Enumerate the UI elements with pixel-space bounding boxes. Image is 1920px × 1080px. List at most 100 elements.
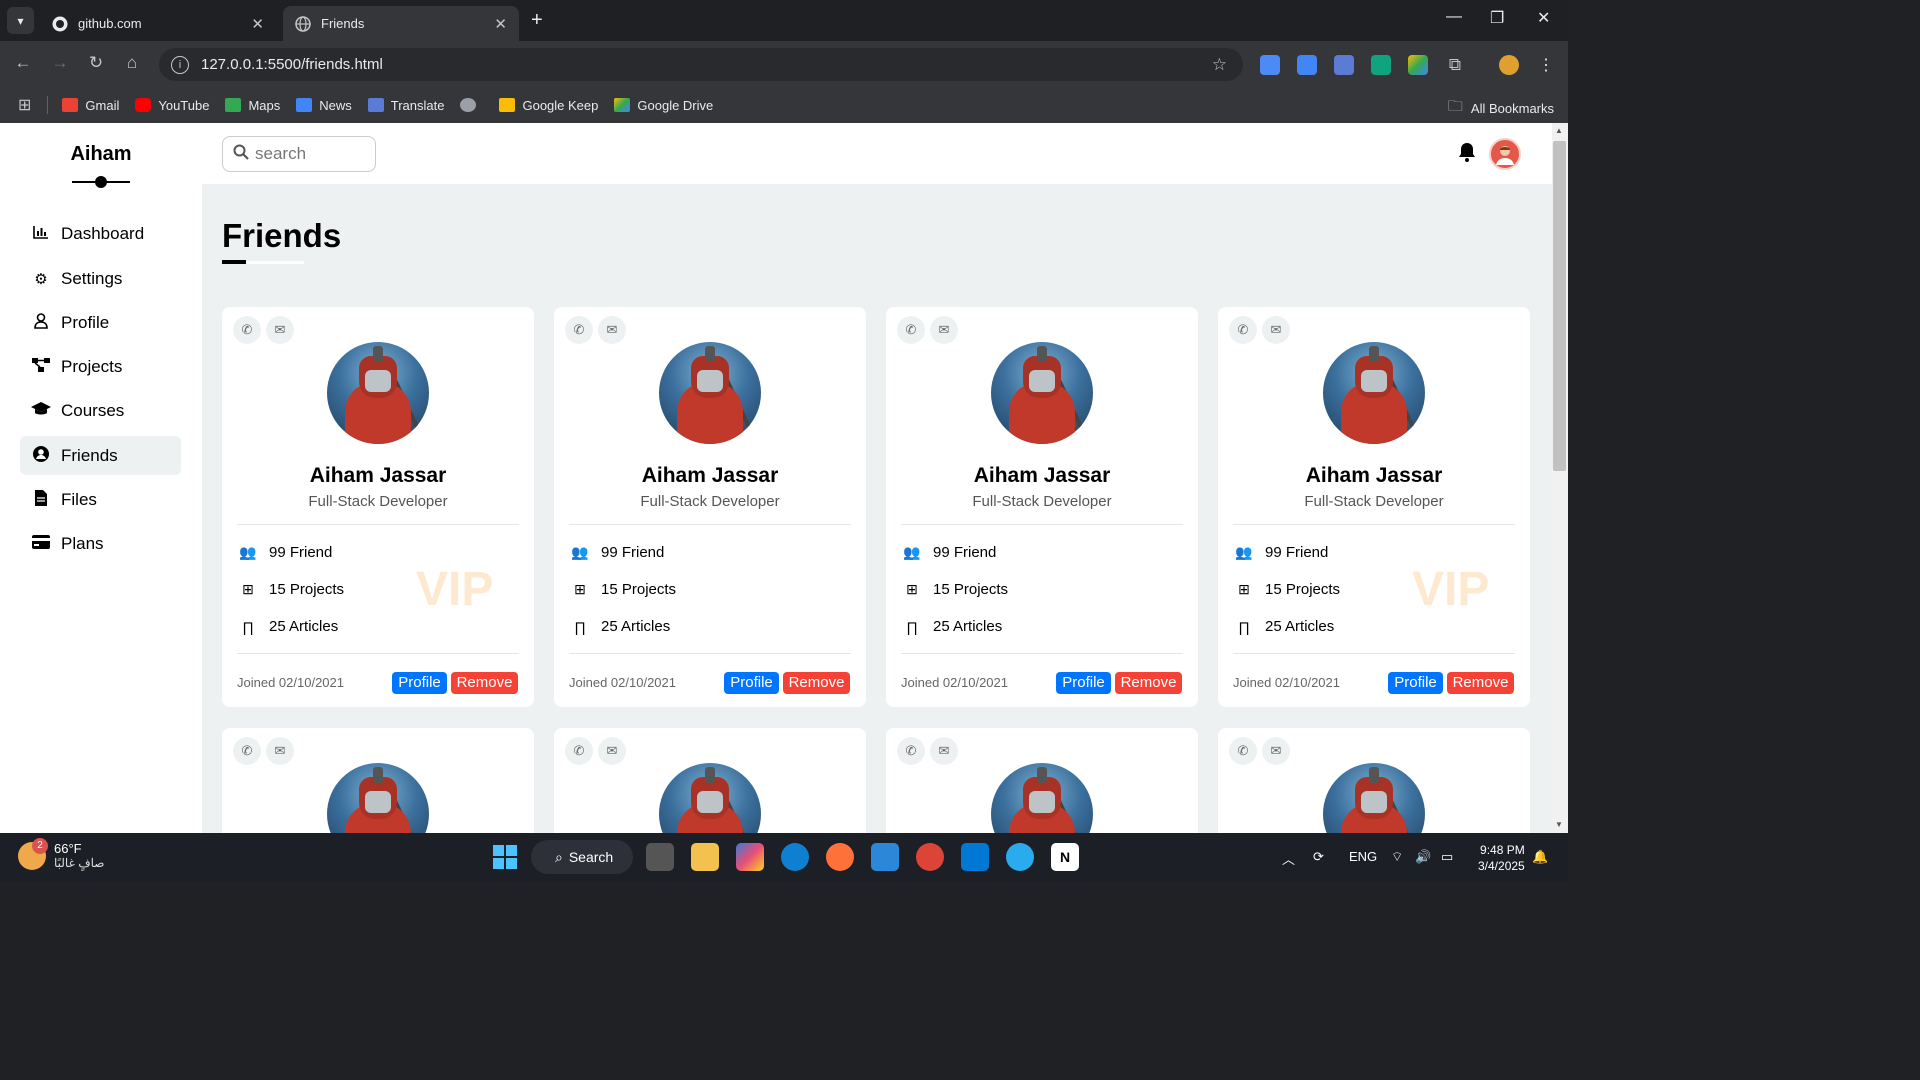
bookmark-gmail[interactable]: Gmail bbox=[62, 98, 119, 113]
forward-icon[interactable]: → bbox=[49, 53, 71, 73]
search-input[interactable]: search bbox=[222, 136, 376, 172]
notification-bell-icon[interactable] bbox=[1458, 142, 1476, 168]
bookmark-google-keep[interactable]: Google Keep bbox=[499, 98, 598, 113]
phone-icon[interactable]: ✆ bbox=[565, 737, 593, 765]
new-tab-icon[interactable]: + bbox=[531, 9, 543, 32]
phone-icon[interactable]: ✆ bbox=[233, 737, 261, 765]
mail-icon[interactable]: ✉ bbox=[1262, 737, 1290, 765]
task-view-icon[interactable] bbox=[646, 843, 674, 871]
bookmark-star-icon[interactable]: ☆ bbox=[1212, 55, 1227, 75]
friend-avatar bbox=[991, 342, 1093, 444]
apps-grid-icon[interactable]: ⊞ bbox=[18, 95, 31, 115]
windows-start-icon[interactable] bbox=[491, 843, 519, 871]
bookmark-news[interactable]: News bbox=[296, 98, 352, 113]
translate-extension-icon[interactable] bbox=[1297, 55, 1317, 75]
phone-icon[interactable]: ✆ bbox=[1229, 737, 1257, 765]
address-bar[interactable]: i 127.0.0.1:5500/friends.html ☆ bbox=[159, 48, 1243, 81]
avatar[interactable] bbox=[1489, 138, 1521, 170]
network-icon[interactable]: ⌔ bbox=[1391, 849, 1403, 865]
tab-github[interactable]: github.com ✕ bbox=[40, 6, 276, 41]
site-info-icon[interactable]: i bbox=[171, 55, 189, 74]
sidebar-item-dashboard[interactable]: Dashboard bbox=[20, 214, 181, 253]
profile-button[interactable]: Profile bbox=[1388, 672, 1443, 694]
mail-icon[interactable]: ✉ bbox=[930, 737, 958, 765]
chevron-up-icon[interactable]: ︿ bbox=[1282, 849, 1295, 868]
phone-icon[interactable]: ✆ bbox=[897, 737, 925, 765]
mail-icon[interactable]: ✉ bbox=[930, 316, 958, 344]
phone-icon[interactable]: ✆ bbox=[1229, 316, 1257, 344]
bookmark-label: Gmail bbox=[85, 97, 120, 113]
notification-icon[interactable]: 🔔 bbox=[1532, 849, 1548, 865]
bookmark-google-drive[interactable]: Google Drive bbox=[614, 98, 713, 113]
all-bookmarks-button[interactable]: 🗀 All Bookmarks bbox=[1448, 96, 1554, 121]
youtube-icon bbox=[135, 98, 152, 112]
close-window-icon[interactable]: ✕ bbox=[1537, 8, 1550, 28]
friend-name: Aiham Jassar bbox=[641, 464, 779, 487]
reload-icon[interactable]: ↻ bbox=[85, 53, 107, 73]
phone-icon[interactable]: ✆ bbox=[565, 316, 593, 344]
bookmark-globe[interactable] bbox=[460, 98, 483, 112]
taskbar-search[interactable]: ⌕ Search bbox=[531, 840, 633, 874]
scrollbar-thumb[interactable] bbox=[1553, 141, 1566, 471]
google-keep-icon bbox=[499, 98, 516, 112]
tab-search-dropdown-icon[interactable]: ▾ bbox=[7, 7, 34, 34]
scroll-up-icon[interactable]: ▲ bbox=[1555, 126, 1563, 135]
mail-icon[interactable]: ✉ bbox=[598, 316, 626, 344]
profile-button[interactable]: Profile bbox=[392, 672, 447, 694]
mail-icon[interactable]: ✉ bbox=[266, 316, 294, 344]
language-indicator[interactable]: ENG bbox=[1349, 849, 1377, 864]
chrome-icon[interactable] bbox=[916, 843, 944, 871]
mail-icon[interactable]: ✉ bbox=[266, 737, 294, 765]
sync-icon[interactable]: ⟳ bbox=[1313, 849, 1324, 865]
profile-button[interactable]: Profile bbox=[724, 672, 779, 694]
extension-icon[interactable] bbox=[1260, 55, 1280, 75]
sidebar-item-profile[interactable]: Profile bbox=[20, 303, 181, 342]
sidebar-item-projects[interactable]: Projects bbox=[20, 347, 181, 386]
mail-icon[interactable]: ✉ bbox=[598, 737, 626, 765]
home-icon[interactable]: ⌂ bbox=[121, 53, 143, 73]
translate-extension-icon[interactable] bbox=[1334, 55, 1354, 75]
remove-button[interactable]: Remove bbox=[451, 672, 518, 694]
minimize-icon[interactable]: — bbox=[1446, 8, 1462, 26]
remove-button[interactable]: Remove bbox=[1115, 672, 1182, 694]
extensions-puzzle-icon[interactable]: ⧉ bbox=[1445, 55, 1465, 75]
vscode-icon[interactable] bbox=[961, 843, 989, 871]
profile-avatar-icon[interactable] bbox=[1499, 55, 1519, 75]
menu-kebab-icon[interactable]: ⋮ bbox=[1536, 55, 1556, 75]
copilot-icon[interactable] bbox=[736, 843, 764, 871]
bookmark-youtube[interactable]: YouTube bbox=[135, 98, 209, 113]
tab-friends[interactable]: Friends ✕ bbox=[283, 6, 519, 41]
phone-icon[interactable]: ✆ bbox=[897, 316, 925, 344]
restore-icon[interactable]: ❐ bbox=[1490, 8, 1504, 28]
remove-button[interactable]: Remove bbox=[1447, 672, 1514, 694]
file-explorer-icon[interactable] bbox=[691, 843, 719, 871]
sidebar-item-plans[interactable]: Plans bbox=[20, 524, 181, 563]
telegram-icon[interactable] bbox=[1006, 843, 1034, 871]
clock[interactable]: 9:48 PM 3/4/2025 bbox=[1478, 842, 1525, 874]
edge-icon[interactable] bbox=[781, 843, 809, 871]
bookmark-maps[interactable]: Maps bbox=[225, 98, 280, 113]
microsoft-store-icon[interactable] bbox=[871, 843, 899, 871]
sidebar-item-files[interactable]: Files bbox=[20, 480, 181, 519]
brand-dot bbox=[95, 176, 107, 188]
mail-icon[interactable]: ✉ bbox=[1262, 316, 1290, 344]
scroll-down-icon[interactable]: ▼ bbox=[1555, 820, 1563, 829]
notion-icon[interactable]: N bbox=[1051, 843, 1079, 871]
sidebar-item-courses[interactable]: Courses bbox=[20, 391, 181, 430]
profile-button[interactable]: Profile bbox=[1056, 672, 1111, 694]
remove-button[interactable]: Remove bbox=[783, 672, 850, 694]
chatgpt-extension-icon[interactable] bbox=[1371, 55, 1391, 75]
bookmark-translate[interactable]: Translate bbox=[367, 98, 444, 113]
back-icon[interactable]: ← bbox=[12, 53, 34, 73]
sidebar-item-friends[interactable]: Friends bbox=[20, 436, 181, 475]
battery-icon[interactable]: ▭ bbox=[1441, 849, 1453, 865]
close-tab-icon[interactable]: ✕ bbox=[494, 15, 507, 33]
close-tab-icon[interactable]: ✕ bbox=[251, 15, 264, 33]
friend-name: Aiham Jassar bbox=[973, 464, 1111, 487]
drive-extension-icon[interactable] bbox=[1408, 55, 1428, 75]
weather-widget[interactable]: 2 66°F صافٍ غالبًا bbox=[18, 838, 104, 871]
volume-icon[interactable]: 🔊 bbox=[1415, 849, 1431, 865]
firefox-icon[interactable] bbox=[826, 843, 854, 871]
phone-icon[interactable]: ✆ bbox=[233, 316, 261, 344]
sidebar-item-settings[interactable]: ⚙ Settings bbox=[20, 259, 181, 298]
